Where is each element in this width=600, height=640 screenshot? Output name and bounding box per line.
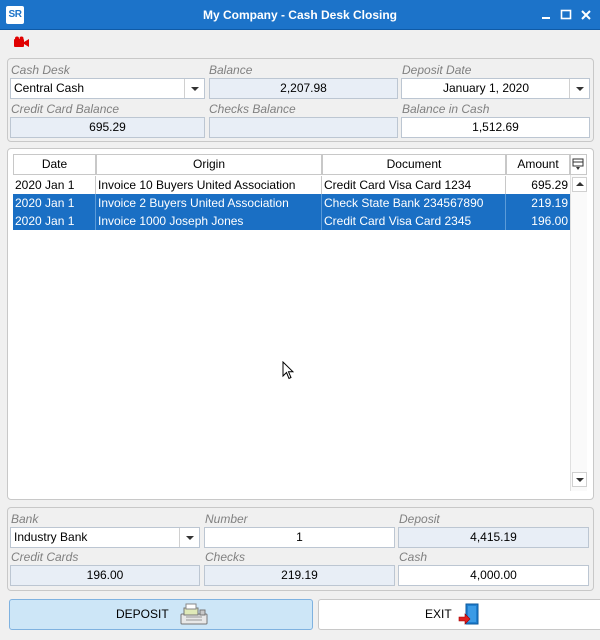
transactions-grid: Date Origin Document Amount 2020 Jan 1 I… — [7, 148, 594, 500]
deposit-date-value: January 1, 2020 — [442, 81, 530, 95]
scroll-up-icon[interactable] — [572, 177, 587, 192]
table-row[interactable]: 2020 Jan 1 Invoice 10 Buyers United Asso… — [13, 176, 570, 194]
cash-desk-select[interactable]: Central Cash — [10, 78, 205, 99]
balance-label: Balance — [209, 63, 253, 77]
bank-select[interactable]: Industry Bank — [10, 527, 200, 548]
cell-date: 2020 Jan 1 — [13, 212, 96, 230]
cash-register-icon — [178, 603, 210, 630]
window-title: My Company - Cash Desk Closing — [202, 8, 398, 22]
balance-in-cash-label: Balance in Cash — [402, 102, 490, 116]
column-chooser-icon[interactable] — [570, 154, 587, 175]
column-header-document[interactable]: Document — [322, 154, 506, 175]
deposit-button[interactable]: DEPOSIT — [9, 599, 313, 630]
deposit-button-label: DEPOSIT — [116, 607, 169, 621]
cell-amount: 196.00 — [531, 214, 568, 228]
video-camera-icon[interactable] — [14, 36, 30, 48]
title-bar: SR My Company - Cash Desk Closing — [0, 0, 600, 30]
balance-in-cash-field[interactable]: 1,512.69 — [401, 117, 590, 138]
bank-value: Industry Bank — [14, 530, 88, 544]
table-row[interactable]: 2020 Jan 1 Invoice 2 Buyers United Assoc… — [13, 194, 570, 212]
checks-balance-label: Checks Balance — [209, 102, 296, 116]
cell-amount: 695.29 — [531, 178, 568, 192]
grid-scrollbar[interactable] — [570, 175, 587, 491]
number-label: Number — [205, 512, 248, 526]
column-header-amount[interactable]: Amount — [506, 154, 570, 175]
exit-button-label: EXIT — [425, 607, 452, 621]
cell-date: 2020 Jan 1 — [13, 194, 96, 212]
checks-balance-field — [209, 117, 398, 138]
mouse-cursor-icon — [282, 360, 295, 383]
cash-desk-value: Central Cash — [14, 81, 85, 95]
exit-button[interactable]: EXIT — [318, 599, 600, 630]
credit-cards-field: 196.00 — [10, 565, 200, 586]
number-field[interactable]: 1 — [204, 527, 395, 548]
cash-desk-summary-panel: Cash Desk Central Cash Balance 2,207.98 … — [7, 58, 594, 142]
cell-origin: Invoice 2 Buyers United Association — [96, 194, 322, 212]
cash-desk-label: Cash Desk — [11, 63, 70, 77]
chevron-down-icon[interactable] — [569, 79, 589, 98]
cell-date: 2020 Jan 1 — [13, 176, 96, 194]
exit-door-icon — [457, 602, 483, 631]
cell-document: Credit Card Visa Card 2345 — [322, 212, 506, 230]
deposit-details-panel: Bank Industry Bank Number 1 Deposit 4,41… — [7, 507, 594, 591]
cell-document: Credit Card Visa Card 1234 — [322, 176, 506, 194]
close-icon[interactable] — [577, 6, 595, 24]
minimize-icon[interactable] — [537, 6, 555, 24]
chevron-down-icon[interactable] — [184, 79, 204, 98]
credit-card-balance-label: Credit Card Balance — [11, 102, 120, 116]
table-row[interactable]: 2020 Jan 1 Invoice 1000 Joseph Jones Cre… — [13, 212, 570, 230]
deposit-label: Deposit — [399, 512, 440, 526]
deposit-date-picker[interactable]: January 1, 2020 — [401, 78, 590, 99]
checks-field: 219.19 — [204, 565, 395, 586]
credit-cards-label: Credit Cards — [11, 550, 79, 564]
scroll-down-icon[interactable] — [572, 472, 587, 487]
balance-field: 2,207.98 — [209, 78, 398, 99]
cell-origin: Invoice 10 Buyers United Association — [96, 176, 322, 194]
bank-label: Bank — [11, 512, 39, 526]
cell-amount: 219.19 — [531, 196, 568, 210]
cell-document: Check State Bank 234567890 — [322, 194, 506, 212]
chevron-down-icon[interactable] — [179, 528, 199, 547]
column-header-date[interactable]: Date — [13, 154, 96, 175]
cell-origin: Invoice 1000 Joseph Jones — [96, 212, 322, 230]
deposit-date-label: Deposit Date — [402, 63, 472, 77]
cash-field[interactable]: 4,000.00 — [398, 565, 589, 586]
column-header-origin[interactable]: Origin — [96, 154, 322, 175]
deposit-field: 4,415.19 — [398, 527, 589, 548]
maximize-icon[interactable] — [557, 6, 575, 24]
credit-card-balance-field: 695.29 — [10, 117, 205, 138]
checks-label: Checks — [205, 550, 246, 564]
cash-label: Cash — [399, 550, 428, 564]
